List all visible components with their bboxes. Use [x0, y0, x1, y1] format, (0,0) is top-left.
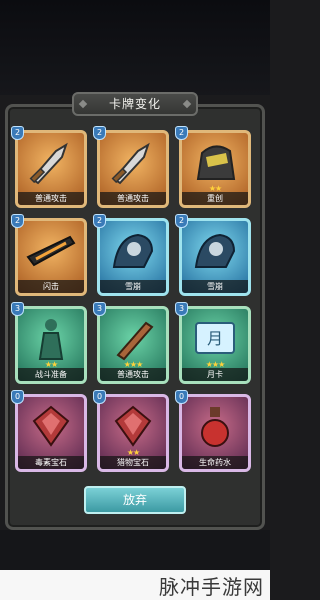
title-ornament-right: [182, 99, 192, 109]
watermark-text: 脉冲手游网: [159, 575, 264, 599]
sword-icon: [26, 139, 76, 185]
card-11[interactable]: ★★ 猎物宝石: [97, 394, 169, 472]
card-2[interactable]: 普通攻击: [97, 130, 169, 208]
card-label: 生命药水: [182, 456, 248, 469]
sword-icon: [108, 139, 158, 185]
knight-icon: [190, 227, 240, 273]
card-cost-badge: 2: [11, 126, 24, 140]
card-label: 战斗准备: [18, 368, 84, 381]
card-label: 重创: [182, 192, 248, 205]
card-cost-badge: 2: [93, 126, 106, 140]
card-cost-badge: 2: [175, 126, 188, 140]
card-6[interactable]: 雪崩: [179, 218, 251, 296]
card-4[interactable]: 闪击: [15, 218, 87, 296]
card-5[interactable]: 雪崩: [97, 218, 169, 296]
card-label: 普通攻击: [100, 368, 166, 381]
card-label: 普通攻击: [100, 192, 166, 205]
knight-icon: [108, 227, 158, 273]
card-12[interactable]: 生命药水: [179, 394, 251, 472]
card-cost-badge: 2: [93, 214, 106, 228]
card-cost-badge: 0: [11, 390, 24, 404]
card-label: 闪击: [18, 280, 84, 293]
background-bottom: [0, 530, 270, 570]
potion-icon: [190, 403, 240, 449]
card-cost-badge: 3: [93, 302, 106, 316]
background-top: [0, 0, 270, 95]
watermark-bar: 脉冲手游网: [0, 570, 270, 600]
panel-title: 卡牌变化: [72, 92, 198, 116]
card-label: 猎物宝石: [100, 456, 166, 469]
statue-icon: [26, 315, 76, 361]
card-cost-badge: 0: [175, 390, 188, 404]
club-icon: [108, 315, 158, 361]
month-card-icon: 月: [190, 315, 240, 361]
helmet-icon: [190, 139, 240, 185]
card-label: 毒素宝石: [18, 456, 84, 469]
svg-text:月: 月: [207, 329, 223, 348]
card-label: 雪崩: [100, 280, 166, 293]
card-cost-badge: 2: [175, 214, 188, 228]
card-10[interactable]: 毒素宝石: [15, 394, 87, 472]
gem-icon: [108, 403, 158, 449]
card-label: 月卡: [182, 368, 248, 381]
card-8[interactable]: ★★★ 普通攻击: [97, 306, 169, 384]
card-7[interactable]: ★★ 战斗准备: [15, 306, 87, 384]
card-label: 普通攻击: [18, 192, 84, 205]
card-cost-badge: 0: [93, 390, 106, 404]
card-cost-badge: 3: [175, 302, 188, 316]
card-1[interactable]: 普通攻击: [15, 130, 87, 208]
card-cost-badge: 3: [11, 302, 24, 316]
card-label: 雪崩: [182, 280, 248, 293]
abandon-button[interactable]: 放弃: [84, 486, 186, 514]
card-cost-badge: 2: [11, 214, 24, 228]
gem-icon: [26, 403, 76, 449]
card-9[interactable]: 月 ★★★ 月卡: [179, 306, 251, 384]
card-3[interactable]: ★★ 重创: [179, 130, 251, 208]
title-ornament-left: [78, 99, 88, 109]
blade-icon: [26, 227, 76, 273]
